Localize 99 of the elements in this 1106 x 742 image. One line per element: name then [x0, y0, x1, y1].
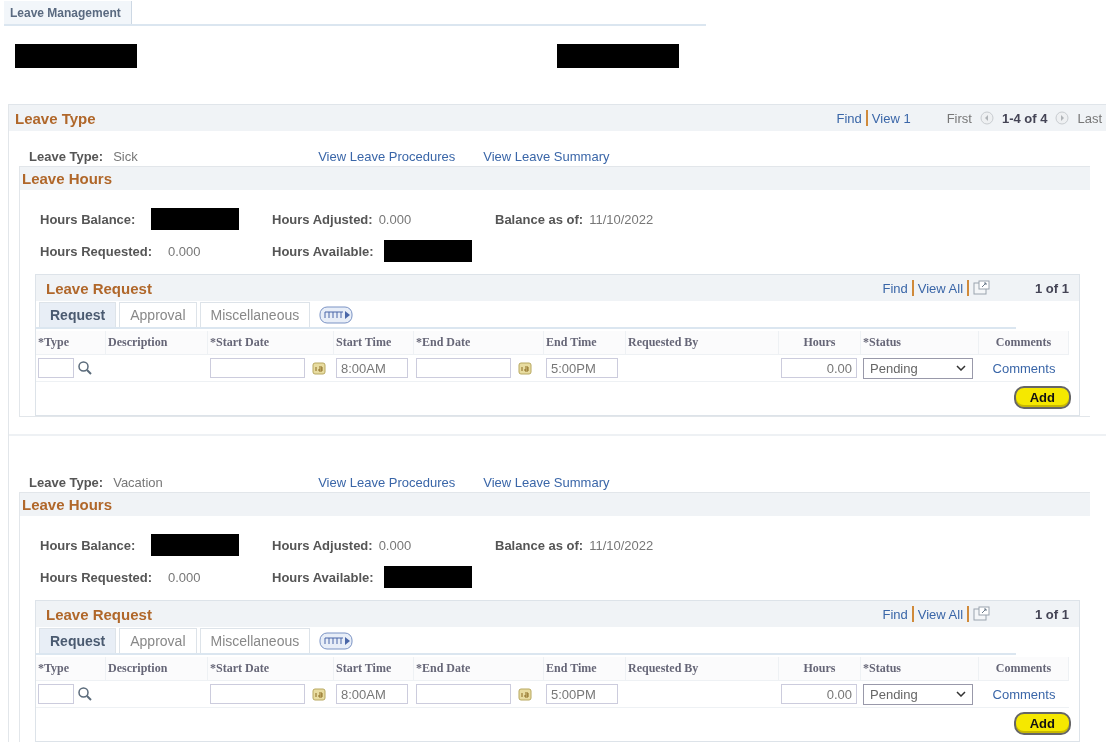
page-tab[interactable]: Leave Management	[4, 1, 132, 24]
status-dropdown[interactable]: Pending	[863, 683, 973, 705]
field-label: Hours Available:	[272, 243, 374, 259]
calendar-icon[interactable]	[312, 687, 326, 701]
record-count: 1-4 of 4	[1001, 110, 1048, 126]
column-header: Hours	[779, 657, 861, 680]
caret-icon	[956, 365, 966, 371]
leave-type-value: Sick	[113, 148, 139, 164]
type-input[interactable]	[38, 358, 74, 378]
end-date-input[interactable]	[416, 684, 511, 704]
leave-type-label: Leave Type:	[29, 474, 104, 490]
column-header: Hours	[779, 331, 861, 354]
grid-tab[interactable]: Miscellaneous	[199, 302, 311, 327]
column-header: *Type	[36, 331, 106, 354]
start-date-input[interactable]	[210, 358, 305, 378]
start-time-input[interactable]: 8:00AM	[336, 684, 408, 704]
find-link[interactable]: Find	[882, 280, 908, 296]
column-header: *Type	[36, 657, 106, 680]
view-all-link[interactable]: View All	[917, 280, 964, 296]
field-label: Hours Adjusted:	[272, 537, 373, 553]
column-header: *Status	[861, 657, 979, 680]
field-label: Balance as of:	[495, 537, 584, 553]
column-header: Start Time	[334, 331, 414, 354]
hours-input[interactable]: 0.00	[781, 684, 857, 704]
grid-title: Leave Request	[46, 605, 152, 623]
field-label: Hours Balance:	[40, 537, 136, 553]
show-all-columns-icon[interactable]	[319, 631, 356, 651]
leave-type-label: Leave Type:	[29, 148, 104, 164]
popup-icon[interactable]	[973, 606, 992, 622]
record-count: 1 of 1	[1035, 606, 1069, 622]
field-value: 11/10/2022	[589, 211, 654, 227]
first-label: First	[946, 110, 972, 126]
grid-tab[interactable]: Approval	[119, 302, 197, 327]
start-date-input[interactable]	[210, 684, 305, 704]
column-header: *Start Date	[208, 657, 334, 680]
end-date-input[interactable]	[416, 358, 511, 378]
popup-icon[interactable]	[973, 280, 992, 296]
search-icon[interactable]	[77, 360, 93, 376]
next-icon[interactable]	[1055, 111, 1070, 125]
last-label: Last	[1077, 110, 1102, 126]
column-header: Requested By	[626, 331, 779, 354]
calendar-icon[interactable]	[518, 687, 532, 701]
subsection-title: Leave Hours	[22, 170, 113, 187]
field-value: 11/10/2022	[589, 537, 654, 553]
grid-tab[interactable]: Request	[39, 628, 117, 653]
add-button[interactable]: Add	[1013, 712, 1071, 735]
grid-tab[interactable]: Approval	[119, 628, 197, 653]
comments-link[interactable]: Comments	[992, 686, 1056, 702]
subsection-title: Leave Hours	[22, 496, 113, 513]
search-icon[interactable]	[77, 686, 93, 702]
record-count: 1 of 1	[1035, 280, 1069, 296]
comments-link[interactable]: Comments	[992, 360, 1056, 376]
column-header: Description	[106, 331, 208, 354]
grid-tab[interactable]: Miscellaneous	[199, 628, 311, 653]
column-header: End Time	[544, 657, 626, 680]
leave-link[interactable]: View Leave Procedures	[318, 148, 456, 164]
previous-icon[interactable]	[979, 111, 994, 125]
field-value: 0.000	[378, 537, 412, 553]
section-title: Leave Type	[15, 109, 96, 127]
type-input[interactable]	[38, 684, 74, 704]
field-label: Hours Adjusted:	[272, 211, 373, 227]
leave-link[interactable]: View Leave Procedures	[318, 474, 456, 490]
column-header: Comments	[979, 657, 1069, 680]
field-value: 0.000	[167, 569, 201, 585]
leave-link[interactable]: View Leave Summary	[483, 474, 610, 490]
view-link[interactable]: View 1	[871, 110, 911, 126]
leave-type-value: Vacation	[113, 474, 164, 490]
view-all-link[interactable]: View All	[917, 606, 964, 622]
column-header: *End Date	[414, 331, 544, 354]
column-header: *Status	[861, 331, 979, 354]
column-header: Comments	[979, 331, 1069, 354]
field-value: 0.000	[167, 243, 201, 259]
column-header: End Time	[544, 331, 626, 354]
field-label: Hours Available:	[272, 569, 374, 585]
field-label: Balance as of:	[495, 211, 584, 227]
leave-link[interactable]: View Leave Summary	[483, 148, 610, 164]
field-label: Hours Requested:	[40, 569, 152, 585]
find-link[interactable]: Find	[836, 110, 862, 126]
column-header: *Start Date	[208, 331, 334, 354]
start-time-input[interactable]: 8:00AM	[336, 358, 408, 378]
grid-tab[interactable]: Request	[39, 302, 117, 327]
column-header: Requested By	[626, 657, 779, 680]
status-dropdown[interactable]: Pending	[863, 357, 973, 379]
hours-input[interactable]: 0.00	[781, 358, 857, 378]
add-button[interactable]: Add	[1013, 386, 1071, 409]
column-header: Start Time	[334, 657, 414, 680]
end-time-input[interactable]: 5:00PM	[546, 684, 618, 704]
grid-title: Leave Request	[46, 279, 152, 297]
field-label: Hours Balance:	[40, 211, 136, 227]
field-label: Hours Requested:	[40, 243, 152, 259]
end-time-input[interactable]: 5:00PM	[546, 358, 618, 378]
column-header: Description	[106, 657, 208, 680]
show-all-columns-icon[interactable]	[319, 305, 356, 325]
calendar-icon[interactable]	[312, 361, 326, 375]
field-value: 0.000	[378, 211, 412, 227]
calendar-icon[interactable]	[518, 361, 532, 375]
column-header: *End Date	[414, 657, 544, 680]
caret-icon	[956, 691, 966, 697]
find-link[interactable]: Find	[882, 606, 908, 622]
